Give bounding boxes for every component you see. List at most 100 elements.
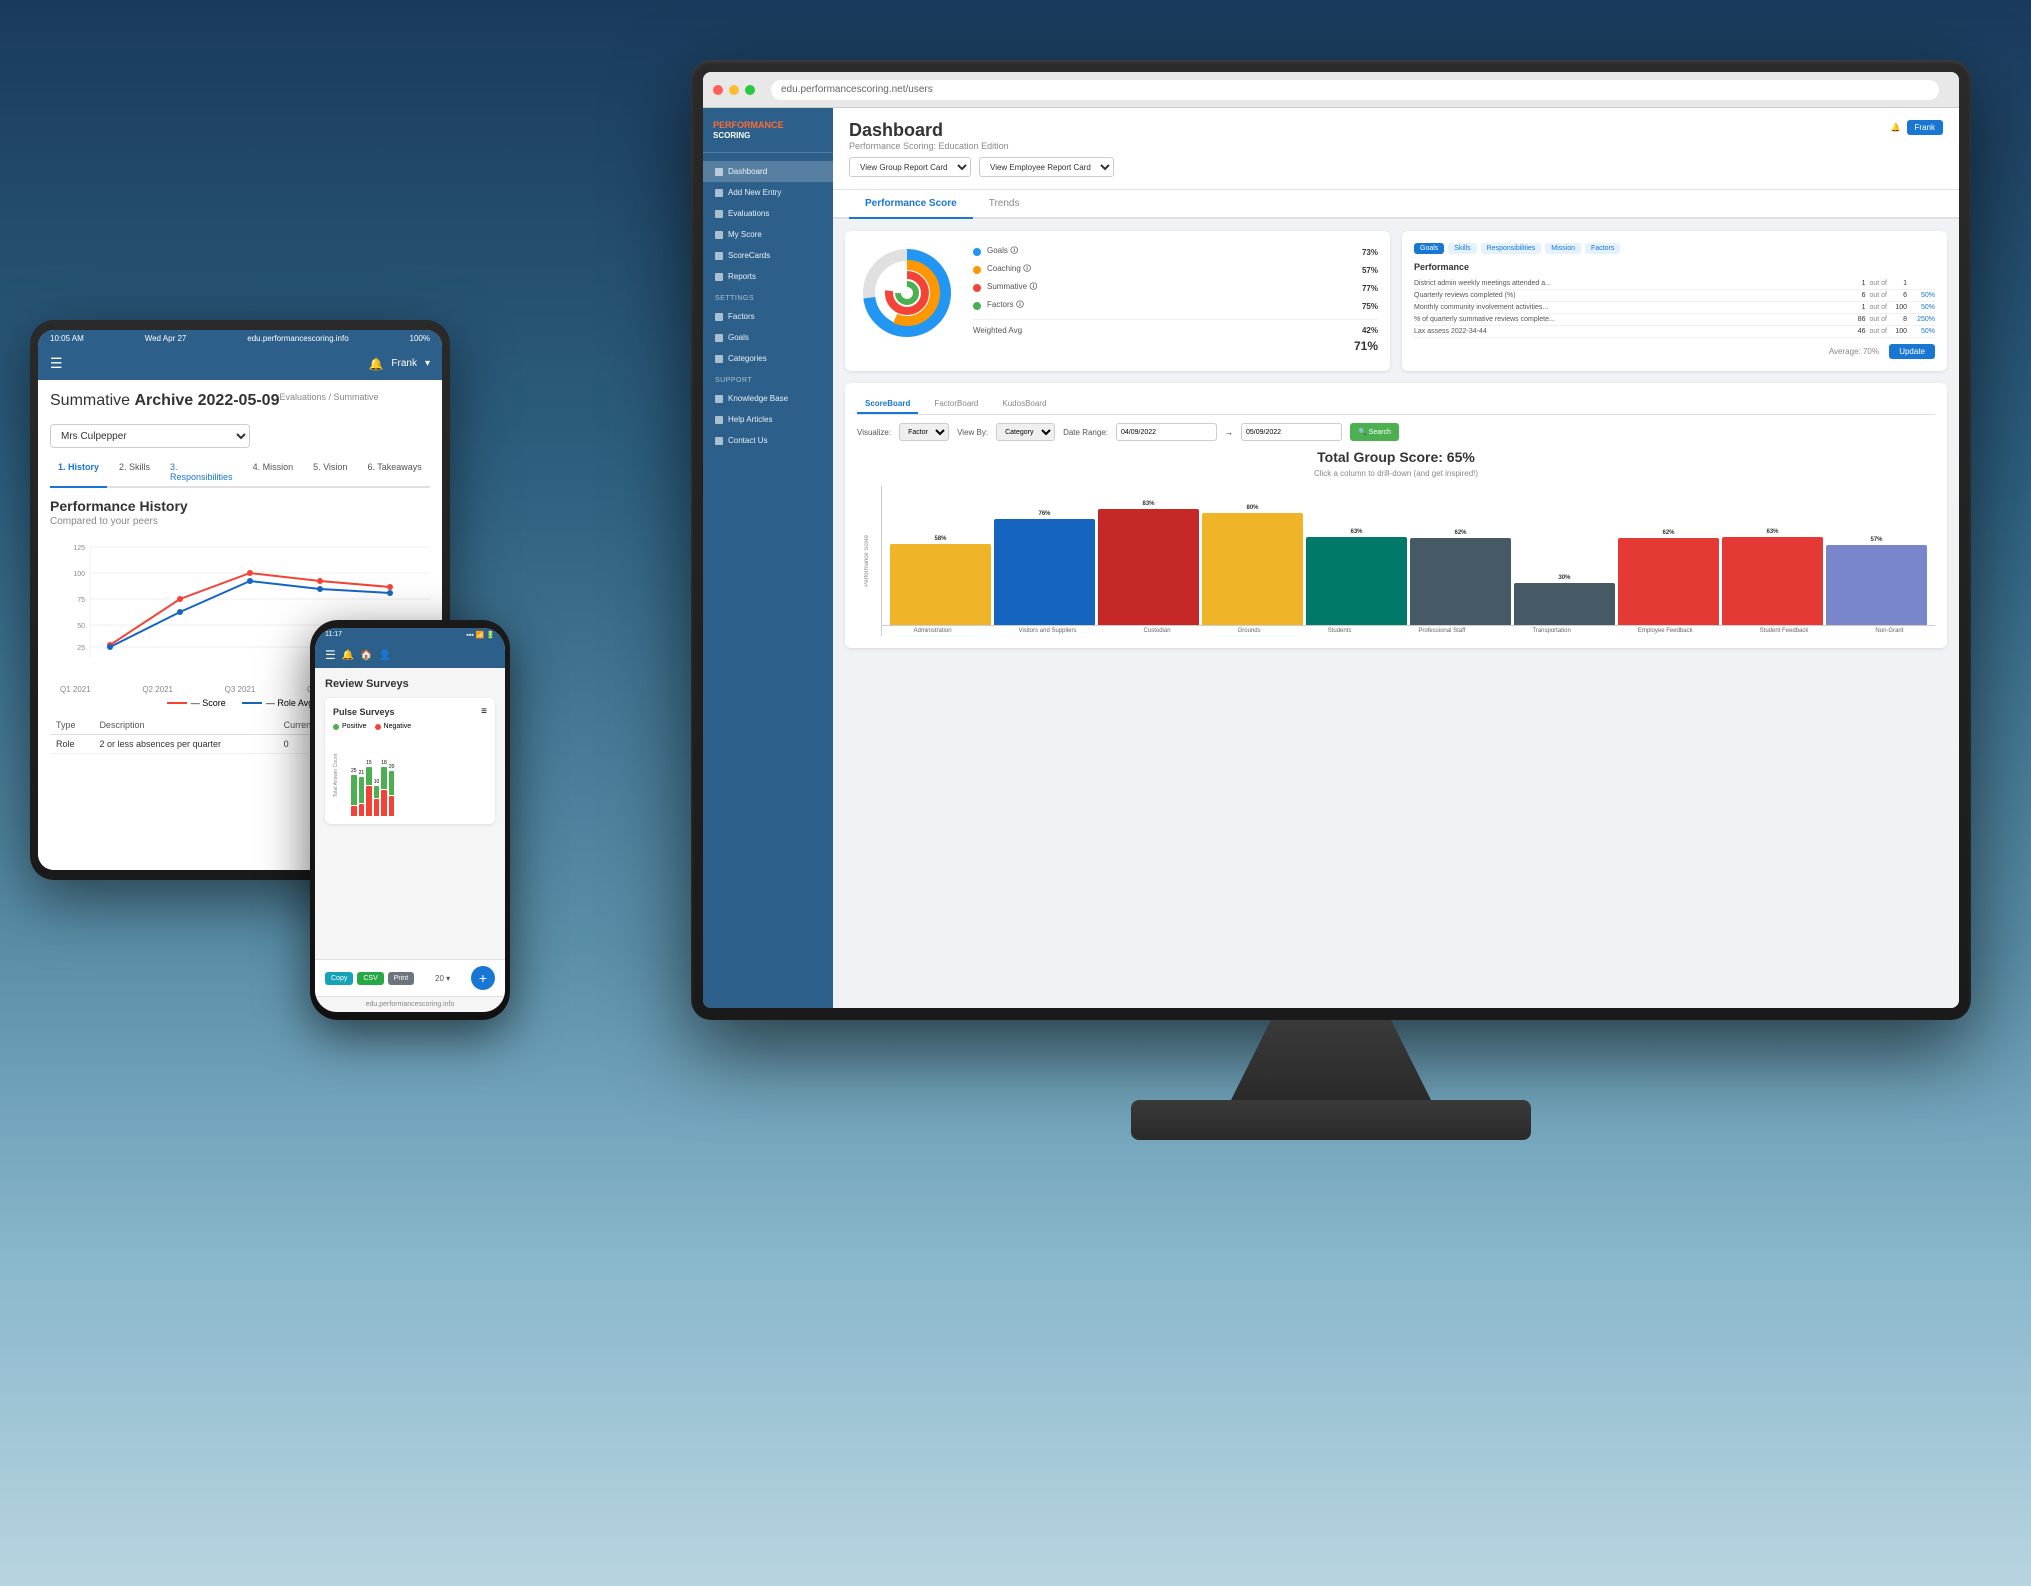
update-button[interactable]: Update: [1889, 344, 1935, 359]
csv-button[interactable]: CSV: [357, 972, 383, 985]
tablet-url-status: edu.performancescoring.info: [247, 334, 348, 343]
bar-group-admin[interactable]: 58%: [890, 536, 991, 625]
browser-maximize-dot[interactable]: [745, 85, 755, 95]
hamburger-menu[interactable]: ☰: [50, 355, 63, 372]
bar-emp-feedback[interactable]: [1618, 538, 1719, 625]
bar-custodian[interactable]: [1098, 509, 1199, 625]
cell-description: 2 or less absences per quarter: [93, 735, 277, 754]
bar-group-non-grant[interactable]: 57%: [1826, 537, 1927, 625]
bar-group-visitors[interactable]: 76%: [994, 511, 1095, 625]
employee-report-select[interactable]: View Employee Report Card: [979, 157, 1114, 177]
phone-bell-icon[interactable]: 🔔: [342, 650, 354, 661]
bar-grounds[interactable]: [1202, 513, 1303, 625]
bar-transport[interactable]: [1514, 583, 1615, 625]
tab-responsibilities[interactable]: 3.Responsibilities: [162, 458, 241, 488]
tab-performance-score[interactable]: Performance Score: [849, 190, 973, 219]
pulse-neg-bar-3: [366, 786, 372, 816]
cell-type: Role: [50, 735, 93, 754]
bar-admin[interactable]: [890, 544, 991, 625]
browser-minimize-dot[interactable]: [729, 85, 739, 95]
culpepper-select[interactable]: Mrs Culpepper: [50, 424, 250, 448]
bar-prof-staff[interactable]: [1410, 538, 1511, 625]
group-report-select[interactable]: View Group Report Card: [849, 157, 971, 177]
date-to-input[interactable]: [1241, 423, 1342, 441]
bar-group-grounds[interactable]: 80%: [1202, 505, 1303, 625]
sb-tab-kudosboard[interactable]: KudosBoard: [994, 395, 1054, 414]
sidebar-eval-label: Evaluations: [728, 209, 769, 218]
bar-group-custodian[interactable]: 83%: [1098, 501, 1199, 625]
sidebar-item-dashboard[interactable]: Dashboard: [703, 161, 833, 182]
main-content: Dashboard Performance Scoring: Education…: [833, 108, 1959, 1008]
sb-tab-factorboard[interactable]: FactorBoard: [926, 395, 986, 414]
sb-tab-scoreboard[interactable]: ScoreBoard: [857, 395, 918, 414]
date-from-input[interactable]: [1116, 423, 1217, 441]
tab-history[interactable]: 1. History: [50, 458, 107, 488]
view-by-select[interactable]: Category: [996, 423, 1055, 441]
tab-takeaways[interactable]: 6. Takeaways: [359, 458, 429, 488]
sidebar-item-goals[interactable]: Goals: [703, 327, 833, 348]
sidebar-contact-label: Contact Us: [728, 436, 768, 445]
phone-person-icon[interactable]: 👤: [379, 650, 391, 661]
scene: edu.performancescoring.net/users PERFORM…: [0, 0, 2031, 1586]
tablet-battery: 100%: [410, 334, 430, 343]
search-button[interactable]: 🔍 Search: [1350, 423, 1399, 441]
user-badge[interactable]: Frank: [1907, 120, 1943, 135]
bell-icon[interactable]: 🔔: [368, 357, 383, 371]
sidebar-item-my-score[interactable]: My Score: [703, 224, 833, 245]
tab-vision[interactable]: 5. Vision: [305, 458, 355, 488]
pulse-neg-bar-6: [389, 796, 395, 816]
bar-visitors[interactable]: [994, 519, 1095, 625]
sidebar-logo: PERFORMANCE SCORING: [703, 108, 833, 153]
perf-tab-skills[interactable]: Skills: [1448, 243, 1476, 254]
browser-close-dot[interactable]: [713, 85, 723, 95]
page-select[interactable]: 20 ▾: [435, 974, 450, 983]
tab-mission[interactable]: 4. Mission: [245, 458, 302, 488]
bar-chart: 58% 76% 83: [881, 486, 1935, 626]
bar-students[interactable]: [1306, 537, 1407, 625]
svg-text:75: 75: [77, 597, 85, 604]
bar-group-prof-staff[interactable]: 62%: [1410, 530, 1511, 625]
sidebar-item-add-entry[interactable]: Add New Entry: [703, 182, 833, 203]
print-button[interactable]: Print: [388, 972, 414, 985]
pulse-menu-icon[interactable]: ≡: [481, 706, 487, 717]
tablet-nav: ☰ 🔔 Frank ▾: [38, 347, 442, 380]
bar-student-feedback[interactable]: [1722, 537, 1823, 625]
monitor-stand: [1231, 1020, 1431, 1100]
copy-button[interactable]: Copy: [325, 972, 353, 985]
sidebar-item-factors[interactable]: Factors: [703, 306, 833, 327]
tablet-nav-right: 🔔 Frank ▾: [368, 357, 430, 371]
tab-skills[interactable]: 2. Skills: [111, 458, 158, 488]
bar-non-grant[interactable]: [1826, 545, 1927, 625]
bar-group-students[interactable]: 63%: [1306, 529, 1407, 625]
sidebar-item-reports[interactable]: Reports: [703, 266, 833, 287]
sidebar-item-knowledge[interactable]: Knowledge Base: [703, 388, 833, 409]
performance-score-layout: Goals 🛈 73% Coaching 🛈 57%: [857, 243, 1378, 355]
phone-hamburger[interactable]: ☰: [325, 648, 336, 662]
chevron-down-icon[interactable]: ▾: [425, 358, 430, 369]
knowledge-icon: [715, 395, 723, 403]
perf-tab-factors[interactable]: Factors: [1585, 243, 1620, 254]
sidebar-item-categories[interactable]: Categories: [703, 348, 833, 369]
role-avg-line-icon: [242, 702, 262, 704]
sidebar-item-help[interactable]: Help Articles: [703, 409, 833, 430]
pulse-legend: Positive Negative: [333, 723, 487, 730]
perf-tab-goals[interactable]: Goals: [1414, 243, 1444, 254]
performance-panel: Goals Skills Responsibilities Mission Fa…: [1414, 243, 1935, 359]
fab-add-button[interactable]: +: [471, 966, 495, 990]
pulse-bar-2: 21: [359, 770, 365, 816]
sidebar-item-scorecards[interactable]: ScoreCards: [703, 245, 833, 266]
bar-group-emp-feedback[interactable]: 62%: [1618, 530, 1719, 625]
tab-trends[interactable]: Trends: [973, 190, 1036, 219]
browser-url-bar[interactable]: edu.performancescoring.net/users: [771, 80, 1939, 100]
visualize-select[interactable]: Factor: [899, 423, 949, 441]
phone-home-icon[interactable]: 🏠: [360, 650, 372, 661]
bar-group-student-feedback[interactable]: 63%: [1722, 529, 1823, 625]
sidebar-item-contact[interactable]: Contact Us: [703, 430, 833, 451]
sidebar-goals-label: Goals: [728, 333, 749, 342]
perf-tab-responsibilities[interactable]: Responsibilities: [1481, 243, 1542, 254]
sidebar-item-evaluations[interactable]: Evaluations: [703, 203, 833, 224]
bar-group-transport[interactable]: 30%: [1514, 575, 1615, 625]
toolbar: View Group Report Card View Employee Rep…: [849, 151, 1943, 183]
perf-tab-mission[interactable]: Mission: [1545, 243, 1581, 254]
pulse-header: Pulse Surveys ≡: [333, 706, 487, 717]
